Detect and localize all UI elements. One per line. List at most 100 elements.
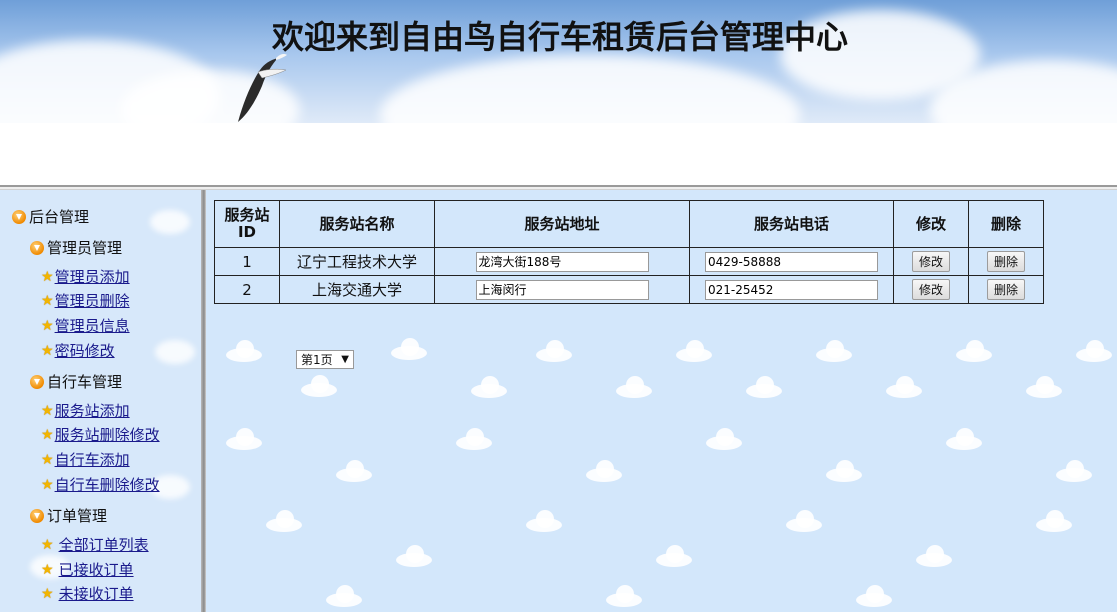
sidebar-nav: 后台管理 管理员管理 ★ 管理员添加 ★ 管理员删除 ★ 管理员信息 ★ 密码修… [0,190,201,612]
header-banner: 欢迎来到自由鸟自行车租赁后台管理中心 [0,0,1117,123]
background-cloud [396,545,432,567]
sidebar-link[interactable]: 已接收订单 [59,559,134,580]
cell-phone [689,275,894,304]
header-spacer [0,123,1117,185]
sidebar-group-label: 管理员管理 [47,239,123,257]
background-cloud [786,510,822,532]
sidebar-root-label: 后台管理 [29,208,90,226]
circle-down-arrow-icon [30,240,44,255]
address-input[interactable] [475,279,649,300]
sidebar-link[interactable]: 密码修改 [55,340,115,361]
sidebar-link[interactable]: 自行车添加 [55,449,130,470]
star-icon: ★ [41,317,54,334]
page-select-value: 第1页 [301,353,333,367]
star-icon: ★ [41,426,54,443]
page-select[interactable]: 第1页 ▼ [296,350,354,369]
sidebar-group-order[interactable]: 订单管理 [30,505,107,526]
cell-name: 上海交通大学 [279,275,435,304]
background-cloud [266,510,302,532]
banner-cloud [380,55,800,123]
sidebar-item-bike-add[interactable]: ★ 自行车添加 [41,449,130,470]
background-cloud [676,340,712,362]
edit-button[interactable]: 修改 [911,251,950,272]
sidebar-item-admin-add[interactable]: ★ 管理员添加 [41,266,130,287]
star-icon: ★ [41,402,54,419]
sidebar-item-password[interactable]: ★ 密码修改 [41,340,115,361]
background-cloud [616,376,652,398]
sidebar-link[interactable]: 未接收订单 [59,583,134,604]
table-row: 1 辽宁工程技术大学 修改 删除 [214,247,1044,276]
cell-phone [689,247,894,276]
star-icon: ★ [41,451,54,468]
star-icon: ★ [41,292,54,309]
background-cloud [706,428,742,450]
star-icon: ★ [41,476,54,493]
sidebar-link[interactable]: 管理员删除 [55,290,130,311]
star-icon: ★ [41,585,54,602]
phone-input[interactable] [705,251,878,272]
background-cloud [456,428,492,450]
service-station-table: 服务站ID 服务站名称 服务站地址 服务站电话 修改 删除 1 辽宁工程技术大学… [214,200,1044,304]
background-cloud [1076,340,1112,362]
delete-button[interactable]: 删除 [986,279,1025,300]
background-cloud [1026,376,1062,398]
background-cloud [326,585,362,607]
delete-button[interactable]: 删除 [986,251,1025,272]
cell-address [434,275,690,304]
sidebar-item-station-add[interactable]: ★ 服务站添加 [41,400,130,421]
cell-edit: 修改 [893,247,969,276]
cell-id: 2 [214,275,280,304]
sidebar-link[interactable]: 管理员添加 [55,266,130,287]
phone-input[interactable] [705,279,878,300]
sidebar-item-admin-delete[interactable]: ★ 管理员删除 [41,290,130,311]
sidebar-root[interactable]: 后台管理 [12,206,89,227]
sidebar-cloud [155,340,195,364]
sidebar-cloud [150,210,190,234]
sidebar-link[interactable]: 管理员信息 [55,315,130,336]
address-input[interactable] [475,251,649,272]
column-header-edit: 修改 [893,200,969,248]
sidebar-group-label: 订单管理 [47,507,108,525]
sidebar-item-orders-pending[interactable]: ★ 未接收订单 [41,583,134,604]
chevron-down-icon: ▼ [341,354,349,365]
column-header-id: 服务站ID [214,200,280,248]
sidebar-item-station-edit[interactable]: ★ 服务站删除修改 [41,424,160,445]
background-cloud [746,376,782,398]
background-cloud [536,340,572,362]
edit-button[interactable]: 修改 [911,279,950,300]
sidebar-item-bike-edit[interactable]: ★ 自行车删除修改 [41,474,160,495]
sidebar-link[interactable]: 自行车删除修改 [55,474,160,495]
sidebar-item-orders-received[interactable]: ★ 已接收订单 [41,559,134,580]
sidebar-group-bike[interactable]: 自行车管理 [30,371,122,392]
background-cloud [1036,510,1072,532]
sidebar-group-label: 自行车管理 [47,373,123,391]
background-cloud [301,375,337,397]
background-cloud [1056,460,1092,482]
background-cloud [526,510,562,532]
table-header-row: 服务站ID 服务站名称 服务站地址 服务站电话 修改 删除 [214,200,1044,248]
page-title: 欢迎来到自由鸟自行车租赁后台管理中心 [272,18,849,56]
cell-id: 1 [214,247,280,276]
star-icon: ★ [41,342,54,359]
table-row: 2 上海交通大学 修改 删除 [214,275,1044,304]
background-cloud [956,340,992,362]
cell-delete: 删除 [968,247,1044,276]
cell-name: 辽宁工程技术大学 [279,247,435,276]
background-cloud [226,428,262,450]
column-header-address: 服务站地址 [434,200,690,248]
background-cloud [471,376,507,398]
star-icon: ★ [41,561,54,578]
sidebar-item-admin-info[interactable]: ★ 管理员信息 [41,315,130,336]
sidebar-link[interactable]: 全部订单列表 [59,534,149,555]
star-icon: ★ [41,536,54,553]
sidebar-item-orders-all[interactable]: ★ 全部订单列表 [41,534,149,555]
column-header-phone: 服务站电话 [689,200,894,248]
cell-edit: 修改 [893,275,969,304]
background-cloud [856,585,892,607]
background-cloud [656,545,692,567]
background-cloud [606,585,642,607]
sidebar-group-admin[interactable]: 管理员管理 [30,237,122,258]
background-cloud [391,338,427,360]
sidebar-link[interactable]: 服务站删除修改 [55,424,160,445]
sidebar-link[interactable]: 服务站添加 [55,400,130,421]
